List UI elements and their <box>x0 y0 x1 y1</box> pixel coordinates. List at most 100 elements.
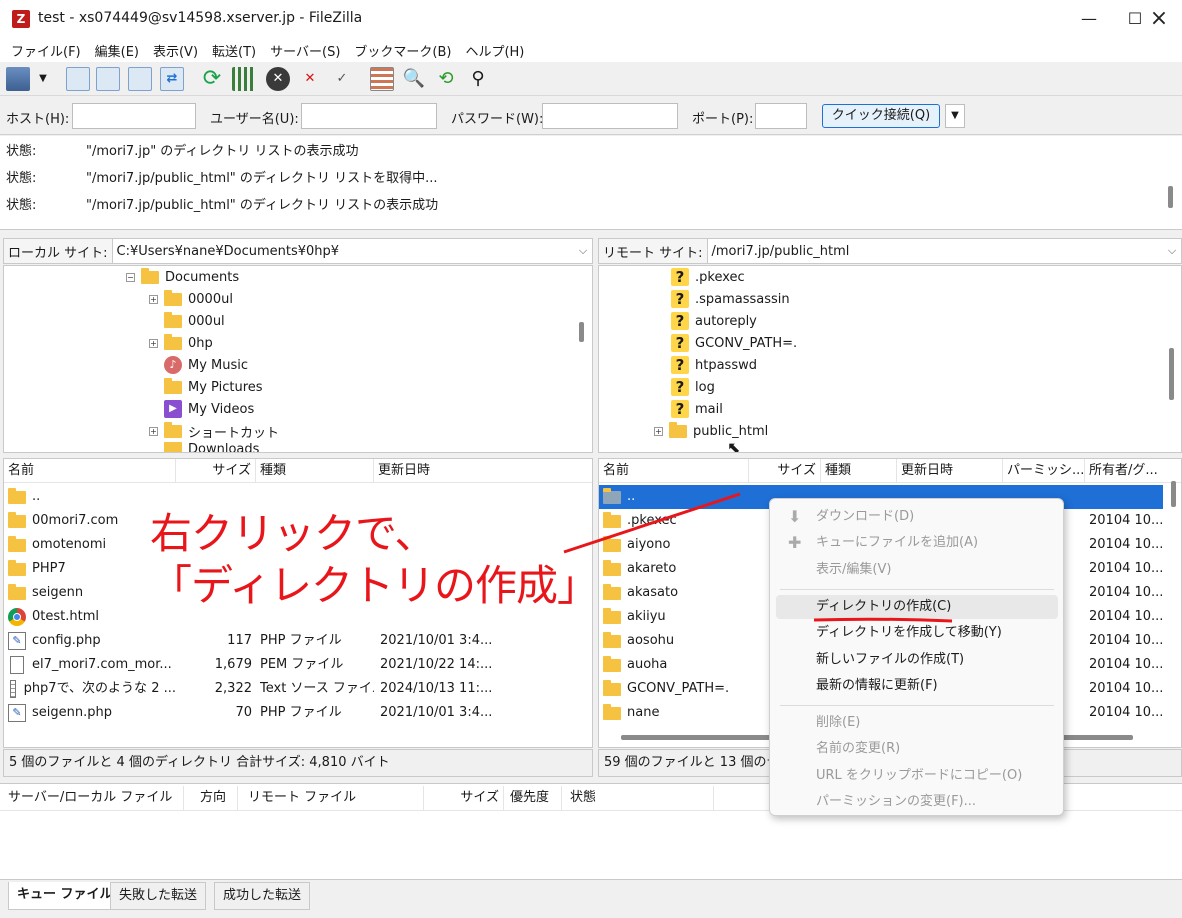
tree-item[interactable]: ? autoreply <box>671 310 757 332</box>
host-input[interactable] <box>72 103 196 129</box>
menu-bookmarks[interactable]: ブックマーク(B) <box>347 41 458 60</box>
header-modified[interactable]: 更新日時 <box>897 459 1003 483</box>
remote-site-label: リモート サイト: <box>599 239 708 263</box>
queue-col-size[interactable]: サイズ <box>424 786 504 810</box>
file-modified: 2021/10/01 3:4... <box>380 633 493 648</box>
header-owner[interactable]: 所有者/グ... <box>1085 459 1181 483</box>
menu-item-file-permissions: パーミッションの変更(F)... <box>776 790 1058 814</box>
tree-item[interactable]: +0000ul <box>149 288 233 310</box>
username-input[interactable] <box>301 103 437 129</box>
quickconnect-dropdown[interactable]: ▼ <box>945 104 965 128</box>
queue-col-remote[interactable]: リモート ファイル <box>244 786 424 810</box>
file-size: 2,322 <box>214 681 252 696</box>
sync-browsing-icon[interactable]: ⟲ <box>434 67 458 91</box>
header-type[interactable]: 種類 <box>256 459 374 483</box>
file-row[interactable]: php7で、次のような 2 ... 2,322 Text ソース ファイル 2024/… <box>4 677 592 701</box>
tree-item[interactable]: ? GCONV_PATH=. <box>671 332 797 354</box>
remote-list-vscrollbar[interactable] <box>1171 481 1176 507</box>
menu-transfer[interactable]: 転送(T) <box>205 41 263 60</box>
menu-item-create-new-file[interactable]: 新しいファイルの作成(T) <box>776 648 1058 672</box>
expand-icon[interactable]: + <box>149 426 158 436</box>
port-input[interactable] <box>755 103 807 129</box>
filter-icon[interactable] <box>232 67 256 91</box>
tree-item[interactable]: − Documents <box>126 266 239 288</box>
menu-file[interactable]: ファイル(F) <box>4 41 88 60</box>
menu-item-create-directory-and-enter[interactable]: ディレクトリを作成して移動(Y) <box>776 621 1058 645</box>
site-manager-icon[interactable] <box>6 67 30 91</box>
expand-icon[interactable]: + <box>654 426 663 436</box>
tree-item[interactable]: Downloads <box>164 442 259 452</box>
tree-item[interactable]: ? .spamassassin <box>671 288 790 310</box>
chevron-down-icon[interactable]: ⌵ <box>574 244 592 258</box>
collapse-icon[interactable]: − <box>126 272 135 282</box>
remote-tree-scrollbar[interactable] <box>1169 348 1174 400</box>
tree-item[interactable]: ♪ My Music <box>164 354 248 376</box>
quickconnect-bar: ホスト(H): ユーザー名(U): パスワード(W): ポート(P): <box>0 97 1182 135</box>
toggle-remote-tree-icon[interactable] <box>128 67 152 91</box>
directory-listing-icon[interactable] <box>370 67 394 91</box>
local-tree-scrollbar[interactable] <box>579 322 584 342</box>
menu-help[interactable]: ヘルプ(H) <box>458 41 531 60</box>
tree-item[interactable]: ? log <box>671 376 715 398</box>
queue-col-priority[interactable]: 優先度 <box>506 786 562 810</box>
file-row[interactable]: ✎ seigenn.php 70 PHP ファイル 2021/10/01 3:4... <box>4 701 592 725</box>
tree-item[interactable]: My Pictures <box>164 376 263 398</box>
tree-item[interactable]: ? htpasswd <box>671 354 757 376</box>
unknown-icon: ? <box>671 400 689 418</box>
refresh-icon[interactable]: ⟳ <box>200 67 224 91</box>
menu-view[interactable]: 表示(V) <box>146 41 205 60</box>
menu-bar: ファイル(F) 編集(E) 表示(V) 転送(T) サーバー(S) ブックマーク… <box>0 38 1182 62</box>
log-scrollbar[interactable] <box>1168 186 1173 208</box>
tree-item[interactable]: + public_html <box>654 420 768 442</box>
tab-failed-transfers[interactable]: 失敗した転送 <box>110 882 207 910</box>
header-size[interactable]: サイズ <box>176 459 256 483</box>
tab-successful-transfers[interactable]: 成功した転送 <box>214 882 311 910</box>
menu-item-refresh[interactable]: 最新の情報に更新(F) <box>776 674 1058 698</box>
expand-icon[interactable]: + <box>149 294 158 304</box>
file-size: 117 <box>227 633 252 648</box>
local-tree: − Documents +0000ul 000ul +0hp ♪ My Music … <box>3 265 593 453</box>
header-modified[interactable]: 更新日時 <box>374 459 592 483</box>
reconnect-icon[interactable]: ✓ <box>330 67 354 91</box>
queue-col-direction[interactable]: 方向 <box>196 786 238 810</box>
header-type[interactable]: 種類 <box>821 459 897 483</box>
file-row[interactable]: .. <box>4 485 592 509</box>
header-name[interactable]: 名前 <box>599 459 749 483</box>
tree-item[interactable]: ▶ My Videos <box>164 398 254 420</box>
search-icon[interactable]: 🔍 <box>402 67 426 91</box>
transfer-queue-icon[interactable]: ⇄ <box>160 67 184 91</box>
remote-path-input[interactable]: /mori7.jp/public_html <box>708 244 1163 259</box>
tree-item[interactable]: ? mail <box>671 398 723 420</box>
queue-col-status[interactable]: 状態 <box>566 786 714 810</box>
file-row[interactable]: ✎ config.php 117 PHP ファイル 2021/10/01 3:4... <box>4 629 592 653</box>
menu-item-label: 削除(E) <box>816 715 861 731</box>
toggle-log-icon[interactable] <box>66 67 90 91</box>
quickconnect-button[interactable]: クイック接続(Q) <box>822 104 940 128</box>
close-button[interactable]: × <box>1136 0 1182 38</box>
expand-icon[interactable]: + <box>149 338 158 348</box>
local-path-input[interactable]: C:¥Users¥nane¥Documents¥0hp¥ <box>113 244 574 259</box>
menu-edit[interactable]: 編集(E) <box>88 41 146 60</box>
minimize-button[interactable]: — <box>1066 0 1112 38</box>
queue-col-file[interactable]: サーバー/ローカル ファイル <box>4 786 184 810</box>
disconnect-icon[interactable]: ✕ <box>298 67 322 91</box>
tree-item-label: autoreply <box>695 313 757 329</box>
chevron-down-icon[interactable]: ▼ <box>34 67 52 91</box>
header-name[interactable]: 名前 <box>4 459 176 483</box>
folder-icon <box>164 333 182 350</box>
header-permissions[interactable]: パーミッシ... <box>1003 459 1085 483</box>
find-files-icon[interactable]: ⚲ <box>466 67 490 91</box>
menu-server[interactable]: サーバー(S) <box>263 41 347 60</box>
password-input[interactable] <box>542 103 678 129</box>
tab-queued-files[interactable]: キュー ファイル <box>8 882 122 910</box>
tree-item[interactable]: + ショートカット <box>149 420 279 442</box>
header-size[interactable]: サイズ <box>749 459 821 483</box>
tree-item[interactable]: +0hp <box>149 332 213 354</box>
toggle-local-tree-icon[interactable] <box>96 67 120 91</box>
cancel-icon[interactable]: ✕ <box>266 67 290 91</box>
tree-item[interactable]: 000ul <box>164 310 225 332</box>
file-row[interactable]: el7_mori7.com_mor... 1,679 PEM ファイル 2021/10… <box>4 653 592 677</box>
chevron-down-icon[interactable]: ⌵ <box>1163 244 1181 258</box>
annotation-line1: 右クリックで、 <box>150 509 436 558</box>
tree-item[interactable]: ? .pkexec <box>671 266 745 288</box>
